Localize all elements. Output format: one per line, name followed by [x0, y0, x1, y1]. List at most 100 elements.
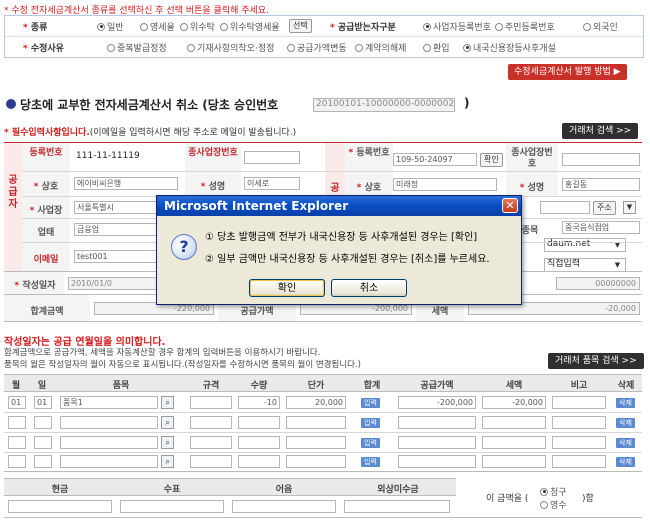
row3-price[interactable] — [286, 436, 346, 449]
search-icon[interactable]: ⌕ — [161, 436, 174, 449]
row3-input-button[interactable]: 입력 — [361, 438, 380, 448]
receiver-address-button[interactable]: 주소 — [593, 201, 616, 215]
row1-delete-button[interactable]: 삭제 — [616, 398, 635, 408]
row2-price[interactable] — [286, 416, 346, 429]
row4-delete-button[interactable]: 삭제 — [616, 457, 635, 467]
row3-supply[interactable] — [398, 436, 476, 449]
receiver-rep-input[interactable]: 홍길동 — [562, 178, 640, 191]
row4-item[interactable] — [60, 455, 158, 468]
row4-month[interactable] — [8, 455, 26, 468]
row3-item[interactable] — [60, 436, 158, 449]
row1-item[interactable]: 품목1 — [60, 396, 158, 409]
reason-radio-error[interactable]: 기재사항의착오·정정 — [187, 41, 274, 54]
row2-day[interactable] — [34, 416, 52, 429]
row1-day[interactable]: 01 — [34, 396, 52, 409]
row3-note[interactable] — [552, 436, 606, 449]
row2-note[interactable] — [552, 416, 606, 429]
question-icon: ? — [171, 234, 197, 260]
amount-text-post: )함 — [582, 494, 594, 504]
row-divider — [4, 432, 642, 433]
row1-note[interactable] — [552, 396, 606, 409]
receiver-reg-label: * 등록번호 — [348, 148, 390, 158]
ok-button[interactable]: 확인 — [249, 279, 325, 297]
write-date-input[interactable]: 2010/01/0 — [68, 277, 158, 290]
supplier-name-input[interactable]: 에이비씨은행 — [74, 177, 178, 190]
supplier-rep-input[interactable]: 이세로 — [244, 177, 300, 190]
receiver-reg-input[interactable]: 109-50-24097 — [393, 153, 477, 166]
row1-qty[interactable]: -10 — [238, 396, 280, 409]
type-radio-consign[interactable]: 위수탁 — [180, 20, 215, 33]
row4-input-button[interactable]: 입력 — [361, 457, 380, 467]
row4-spec[interactable] — [190, 455, 232, 468]
row2-month[interactable] — [8, 416, 26, 429]
search-icon[interactable]: ⌕ — [161, 455, 174, 468]
row3-day[interactable] — [34, 436, 52, 449]
type-radio-general[interactable]: 일반 — [97, 20, 124, 33]
row4-note[interactable] — [552, 455, 606, 468]
row1-supply[interactable]: -200,000 — [398, 396, 476, 409]
item-search-button[interactable]: 거래처 품목 검색 >> — [548, 353, 644, 369]
receiver-radio-resident[interactable]: 주민등록번호 — [495, 20, 555, 33]
row4-qty[interactable] — [238, 455, 280, 468]
radio-icon — [423, 43, 431, 52]
reason-radio-local-lc[interactable]: 내국신용장등사후개설 — [463, 41, 556, 54]
row1-tax[interactable]: -20,000 — [482, 396, 546, 409]
pay-check-input[interactable] — [120, 500, 224, 513]
select-button[interactable]: 선택 — [289, 19, 312, 33]
row2-input-button[interactable]: 입력 — [361, 418, 380, 428]
serial-number-input[interactable]: 00000000 — [556, 277, 640, 290]
amount-text-pre: 이 금액을 ( — [486, 494, 529, 504]
reason-radio-cancel-contract[interactable]: 계약의해제 — [355, 41, 406, 54]
cancel-button[interactable]: 취소 — [331, 279, 407, 297]
row2-spec[interactable] — [190, 416, 232, 429]
row3-delete-button[interactable]: 삭제 — [616, 438, 635, 448]
row4-price[interactable] — [286, 455, 346, 468]
row3-month[interactable] — [8, 436, 26, 449]
row3-qty[interactable] — [238, 436, 280, 449]
row1-spec[interactable] — [190, 396, 232, 409]
supplier-biz-label: 업태 — [37, 228, 55, 238]
row4-tax[interactable] — [482, 455, 546, 468]
row4-supply[interactable] — [398, 455, 476, 468]
row3-tax[interactable] — [482, 436, 546, 449]
receiver-confirm-button[interactable]: 확인 — [480, 153, 503, 167]
receiver-radio-bizno[interactable]: 사업자등록번호 — [423, 20, 491, 33]
search-icon[interactable]: ⌕ — [161, 416, 174, 429]
receiver-sub-input[interactable] — [562, 153, 640, 166]
pay-credit-input[interactable] — [344, 500, 450, 513]
row4-day[interactable] — [34, 455, 52, 468]
claim-radio[interactable]: 청구 — [540, 485, 567, 498]
dropdown-arrow-icon[interactable]: ▼ — [623, 201, 636, 214]
type-radio-consign-zero[interactable]: 위수탁영세율 — [220, 20, 280, 33]
method-guide-button[interactable]: 수정세금계산서 발행 방법 ▶ — [508, 64, 627, 80]
pay-cash-input[interactable] — [8, 500, 112, 513]
close-icon[interactable]: ✕ — [502, 198, 518, 213]
row2-tax[interactable] — [482, 416, 546, 429]
row2-supply[interactable] — [398, 416, 476, 429]
receiver-item-input[interactable]: 중국음식점업 — [562, 221, 640, 234]
col-day: 일 — [37, 381, 47, 391]
supplier-sub-input[interactable] — [244, 151, 300, 164]
reason-radio-return[interactable]: 환입 — [423, 41, 450, 54]
row1-month[interactable]: 01 — [8, 396, 26, 409]
row2-delete-button[interactable]: 삭제 — [616, 418, 635, 428]
row2-qty[interactable] — [238, 416, 280, 429]
modify-options-box: * 종류 일반 영세율 위수탁 위수탁영세율 선택 * 공급받는자구분 사업자등… — [4, 15, 644, 58]
type-radio-zero[interactable]: 영세율 — [140, 20, 175, 33]
col-price: 단가 — [307, 381, 325, 391]
receiver-radio-foreigner[interactable]: 외국인 — [583, 20, 618, 33]
reason-radio-duplicate[interactable]: 중복발급정정 — [107, 41, 167, 54]
receipt-radio[interactable]: 영수 — [540, 498, 567, 511]
row1-input-button[interactable]: 입력 — [361, 398, 380, 408]
row1-price[interactable]: 20,000 — [286, 396, 346, 409]
radio-icon — [540, 487, 548, 496]
receiver-name-input[interactable]: 미래정 — [393, 178, 497, 191]
row2-item[interactable] — [60, 416, 158, 429]
receiver-zip-input[interactable] — [540, 201, 590, 214]
radio-icon — [495, 22, 503, 31]
row3-spec[interactable] — [190, 436, 232, 449]
pay-note-input[interactable] — [232, 500, 336, 513]
client-search-button[interactable]: 거래처 검색 >> — [562, 123, 639, 139]
reason-radio-supply-change[interactable]: 공급가액변동 — [287, 41, 347, 54]
search-icon[interactable]: ⌕ — [161, 396, 174, 409]
